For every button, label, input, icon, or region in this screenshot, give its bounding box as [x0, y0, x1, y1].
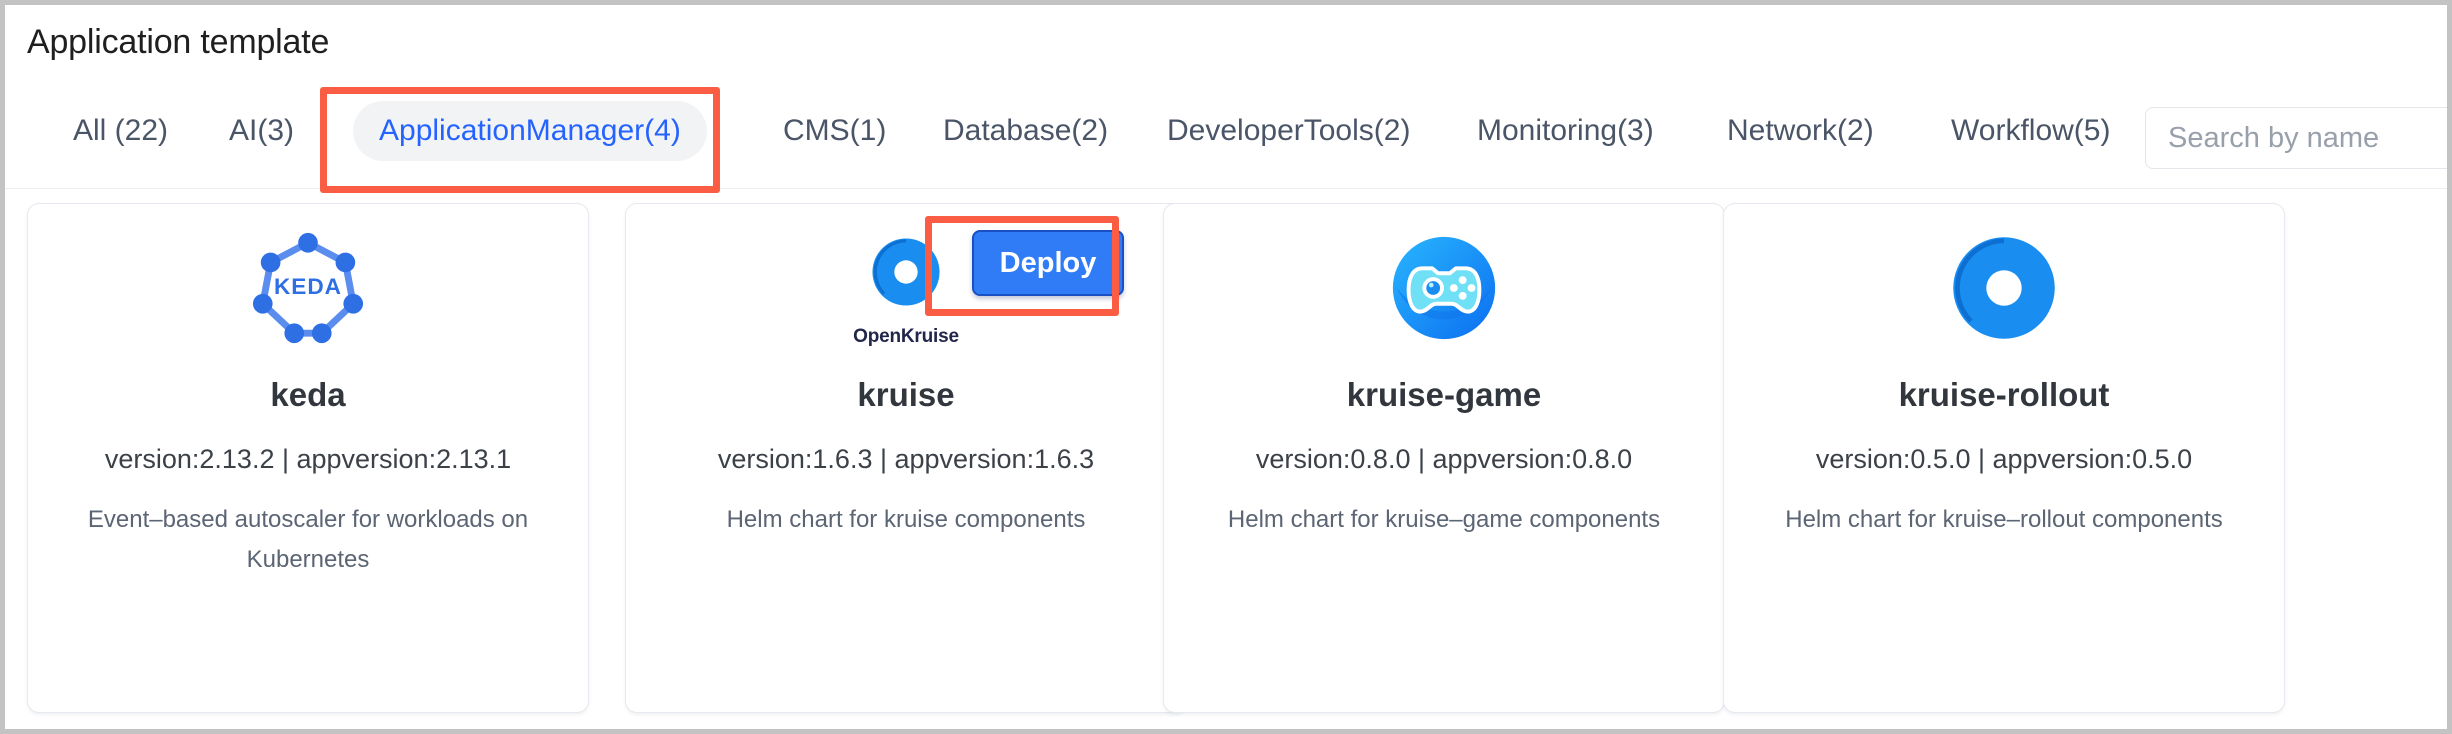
tab-cms[interactable]: CMS(1)	[757, 101, 912, 161]
kruise-rollout-logo-icon	[1724, 228, 2284, 348]
search-box[interactable]	[2145, 107, 2447, 169]
card-version: version:2.13.2 | appversion:2.13.1	[104, 444, 512, 474]
template-card-grid: KEDA keda version:2.13.2 | appversion:2.…	[5, 197, 2447, 717]
tab-network[interactable]: Network(2)	[1701, 101, 1900, 161]
category-tab-bar: All (22) AI(3) ApplicationManager(4) CMS…	[5, 101, 2447, 175]
card-version: version:0.8.0 | appversion:0.8.0	[1255, 444, 1633, 474]
tab-developertools[interactable]: DeveloperTools(2)	[1141, 101, 1436, 161]
card-description: Helm chart for kruise–rollout components	[1785, 506, 2223, 533]
card-version: version:0.5.0 | appversion:0.5.0	[1815, 444, 2193, 474]
card-title: keda	[270, 376, 346, 413]
search-input[interactable]	[2146, 108, 2447, 168]
card-title: kruise-rollout	[1898, 376, 2110, 413]
card-description: Helm chart for kruise–game components	[1227, 506, 1661, 533]
tab-all[interactable]: All (22)	[47, 101, 194, 161]
header-divider	[5, 188, 2447, 189]
svg-text:KEDA: KEDA	[274, 274, 342, 299]
tab-workflow[interactable]: Workflow(5)	[1925, 101, 2136, 161]
tab-monitoring[interactable]: Monitoring(3)	[1451, 101, 1680, 161]
openkruise-wordmark: OpenKruise	[853, 326, 959, 347]
application-template-panel: Application template All (22) AI(3) Appl…	[5, 5, 2447, 729]
deploy-button[interactable]: Deploy	[972, 230, 1124, 296]
card-description: Helm chart for kruise components	[726, 506, 1086, 533]
card-title: kruise-game	[1346, 376, 1542, 413]
tab-ai[interactable]: AI(3)	[203, 101, 320, 161]
card-version: version:1.6.3 | appversion:1.6.3	[717, 444, 1095, 474]
card-description: Event–based autoscaler for workloads on …	[87, 506, 529, 573]
page-title: Application template	[27, 23, 330, 61]
keda-logo-icon: KEDA	[28, 228, 588, 348]
template-card-kruise-game[interactable]: kruise-game version:0.8.0 | appversion:0…	[1163, 203, 1725, 713]
tab-applicationmanager[interactable]: ApplicationManager(4)	[353, 101, 707, 161]
template-card-keda[interactable]: KEDA keda version:2.13.2 | appversion:2.…	[27, 203, 589, 713]
kruise-game-logo-icon	[1164, 228, 1724, 348]
tab-database[interactable]: Database(2)	[917, 101, 1134, 161]
template-card-kruise-rollout[interactable]: kruise-rollout version:0.5.0 | appversio…	[1723, 203, 2285, 713]
card-title: kruise	[857, 376, 955, 413]
template-card-kruise[interactable]: OpenKruise Deploy kruise version:1.6.3 |…	[625, 203, 1187, 713]
